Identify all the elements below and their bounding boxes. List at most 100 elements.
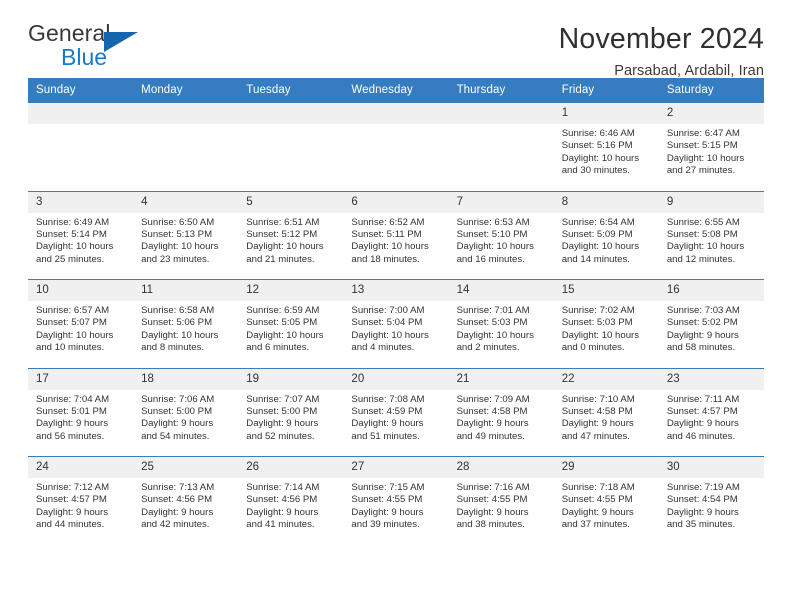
weekday-header-monday: Monday xyxy=(133,78,239,103)
day-number: 4 xyxy=(133,191,239,213)
sunset-text: Sunset: 5:03 PM xyxy=(456,317,528,329)
daylight-text: Daylight: 9 hours and 35 minutes. xyxy=(666,506,739,531)
sunset-text: Sunset: 5:05 PM xyxy=(246,317,318,329)
day-number: 1 xyxy=(553,103,659,124)
calendar-day-cell[interactable]: 23 Sunrise: 7:11 AM Sunset: 4:57 PM Dayligh… xyxy=(658,367,764,457)
calendar-day-cell[interactable]: 19 Sunrise: 7:07 AM Sunset: 5:00 PM Dayligh… xyxy=(238,367,344,457)
sunset-text: Sunset: 5:04 PM xyxy=(351,317,423,329)
calendar-day-cell[interactable]: 13 Sunrise: 7:00 AM Sunset: 5:04 PM Dayligh… xyxy=(343,279,449,368)
calendar-day-cell[interactable]: 26 Sunrise: 7:14 AM Sunset: 4:56 PM Dayligh… xyxy=(238,456,344,545)
calendar-day-cell[interactable]: 6 Sunrise: 6:52 AM Sunset: 5:11 PM Daylight… xyxy=(343,190,449,280)
calendar-day-cell[interactable]: 24 Sunrise: 7:12 AM Sunset: 4:57 PM Dayligh… xyxy=(28,456,134,545)
day-details: Sunrise: 7:15 AM Sunset: 4:55 PM Daylight:… xyxy=(343,478,448,532)
sunrise-text: Sunrise: 7:18 AM xyxy=(561,482,635,493)
daylight-text: Daylight: 10 hours and 16 minutes. xyxy=(456,241,534,265)
calendar-day-cell[interactable]: 27 Sunrise: 7:15 AM Sunset: 4:55 PM Dayligh… xyxy=(343,456,449,545)
day-details: Sunrise: 6:59 AM Sunset: 5:05 PM Daylight:… xyxy=(238,301,343,355)
day-number: 10 xyxy=(28,280,134,301)
calendar-day-cell[interactable]: 1 Sunrise: 6:46 AM Sunset: 5:16 PM Daylight… xyxy=(553,102,659,191)
sunset-text: Sunset: 4:56 PM xyxy=(141,494,213,506)
calendar-day-cell[interactable]: 25 Sunrise: 7:13 AM Sunset: 4:56 PM Dayligh… xyxy=(133,456,239,545)
calendar-day-cell[interactable]: 28 Sunrise: 7:16 AM Sunset: 4:55 PM Dayligh… xyxy=(448,456,554,545)
calendar-day-cell[interactable]: 11 Sunrise: 6:58 AM Sunset: 5:06 PM Dayligh… xyxy=(133,279,239,368)
day-details: Sunrise: 7:10 AM Sunset: 4:58 PM Daylight:… xyxy=(554,390,659,444)
day-number: 21 xyxy=(448,368,554,390)
sunrise-text: Sunrise: 7:12 AM xyxy=(36,482,110,493)
calendar-day-cell[interactable]: 14 Sunrise: 7:01 AM Sunset: 5:03 PM Dayligh… xyxy=(448,279,554,368)
day-details: Sunrise: 7:13 AM Sunset: 4:56 PM Daylight:… xyxy=(133,478,238,532)
day-number: 18 xyxy=(133,368,239,390)
calendar-week-row: 24 Sunrise: 7:12 AM Sunset: 4:57 PM Dayligh… xyxy=(28,456,764,545)
sunset-text: Sunset: 4:55 PM xyxy=(351,494,423,506)
calendar-day-cell[interactable]: 10 Sunrise: 6:57 AM Sunset: 5:07 PM Dayligh… xyxy=(28,279,134,368)
calendar-day-cell[interactable]: 30 Sunrise: 7:19 AM Sunset: 4:54 PM Dayligh… xyxy=(658,456,764,545)
sunrise-text: Sunrise: 7:16 AM xyxy=(456,482,530,493)
title-block: November 2024 Parsabad, Ardabil, Iran xyxy=(559,22,764,79)
daylight-text: Daylight: 10 hours and 18 minutes. xyxy=(351,241,429,265)
day-number: 29 xyxy=(553,457,659,478)
day-number: 25 xyxy=(133,457,239,478)
calendar-day-cell[interactable]: 7 Sunrise: 6:53 AM Sunset: 5:10 PM Daylight… xyxy=(448,190,554,280)
calendar-day-cell[interactable]: 8 Sunrise: 6:54 AM Sunset: 5:09 PM Daylight… xyxy=(553,190,659,280)
daylight-text: Daylight: 9 hours and 52 minutes. xyxy=(246,418,319,442)
calendar-day-cell[interactable]: 9 Sunrise: 6:55 AM Sunset: 5:08 PM Daylight… xyxy=(658,190,764,280)
sunset-text: Sunset: 4:58 PM xyxy=(561,405,633,417)
calendar-day-cell[interactable]: 18 Sunrise: 7:06 AM Sunset: 5:00 PM Dayligh… xyxy=(133,367,239,457)
sunrise-text: Sunrise: 7:11 AM xyxy=(666,393,740,405)
daylight-text: Daylight: 10 hours and 21 minutes. xyxy=(246,241,324,265)
calendar-day-cell[interactable]: 5 Sunrise: 6:51 AM Sunset: 5:12 PM Daylight… xyxy=(238,190,344,280)
sunrise-text: Sunrise: 6:49 AM xyxy=(36,216,110,228)
sunset-text: Sunset: 5:11 PM xyxy=(351,228,422,240)
weekday-header-friday: Friday xyxy=(553,78,659,103)
calendar-day-cell[interactable]: 15 Sunrise: 7:02 AM Sunset: 5:03 PM Dayligh… xyxy=(553,279,659,368)
day-details: Sunrise: 7:11 AM Sunset: 4:57 PM Daylight:… xyxy=(659,390,764,444)
day-details: Sunrise: 7:14 AM Sunset: 4:56 PM Daylight:… xyxy=(238,478,343,532)
sunset-text: Sunset: 4:57 PM xyxy=(36,494,107,506)
day-number: 23 xyxy=(658,368,764,390)
day-details: Sunrise: 6:47 AM Sunset: 5:15 PM Daylight:… xyxy=(659,124,764,178)
day-number: 8 xyxy=(553,191,659,213)
triangle-icon xyxy=(104,32,138,52)
day-number: 5 xyxy=(238,191,344,213)
day-number xyxy=(448,103,554,124)
sunrise-text: Sunrise: 7:06 AM xyxy=(141,393,215,405)
calendar-day-cell[interactable]: 20 Sunrise: 7:08 AM Sunset: 4:59 PM Dayligh… xyxy=(343,367,449,457)
sunset-text: Sunset: 5:02 PM xyxy=(666,317,738,329)
day-number: 30 xyxy=(658,457,764,478)
sunset-text: Sunset: 4:59 PM xyxy=(351,405,423,417)
calendar-day-cell[interactable]: 12 Sunrise: 6:59 AM Sunset: 5:05 PM Dayligh… xyxy=(238,279,344,368)
day-details: Sunrise: 6:54 AM Sunset: 5:09 PM Daylight:… xyxy=(554,213,659,267)
sunset-text: Sunset: 4:57 PM xyxy=(666,405,738,417)
daylight-text: Daylight: 9 hours and 56 minutes. xyxy=(36,418,108,442)
calendar-day-cell[interactable]: 2 Sunrise: 6:47 AM Sunset: 5:15 PM Daylight… xyxy=(658,102,764,191)
weekday-header-wednesday: Wednesday xyxy=(343,78,449,103)
daylight-text: Daylight: 9 hours and 54 minutes. xyxy=(141,418,214,442)
calendar-day-cell[interactable]: 21 Sunrise: 7:09 AM Sunset: 4:58 PM Dayligh… xyxy=(448,367,554,457)
sunset-text: Sunset: 4:54 PM xyxy=(666,494,738,506)
calendar-week-row: 10 Sunrise: 6:57 AM Sunset: 5:07 PM Dayligh… xyxy=(28,279,764,368)
daylight-text: Daylight: 9 hours and 39 minutes. xyxy=(351,506,424,531)
brand-logo[interactable]: General Blue xyxy=(28,22,148,74)
sunrise-text: Sunrise: 7:15 AM xyxy=(351,482,425,493)
calendar-day-cell[interactable]: 3 Sunrise: 6:49 AM Sunset: 5:14 PM Daylight… xyxy=(28,190,134,280)
day-number: 13 xyxy=(343,280,449,301)
day-number xyxy=(28,103,134,124)
day-number: 6 xyxy=(343,191,449,213)
calendar-day-cell[interactable]: 17 Sunrise: 7:04 AM Sunset: 5:01 PM Dayligh… xyxy=(28,367,134,457)
calendar-day-cell[interactable]: 29 Sunrise: 7:18 AM Sunset: 4:55 PM Dayligh… xyxy=(553,456,659,545)
calendar-day-cell[interactable]: 4 Sunrise: 6:50 AM Sunset: 5:13 PM Daylight… xyxy=(133,190,239,280)
weekday-header-saturday: Saturday xyxy=(658,78,764,103)
sunset-text: Sunset: 5:15 PM xyxy=(666,140,738,152)
day-details: Sunrise: 7:09 AM Sunset: 4:58 PM Daylight:… xyxy=(449,390,554,444)
sunrise-text: Sunrise: 7:00 AM xyxy=(351,305,425,316)
sunset-text: Sunset: 5:09 PM xyxy=(561,228,633,240)
calendar-day-cell[interactable]: 16 Sunrise: 7:03 AM Sunset: 5:02 PM Dayligh… xyxy=(658,279,764,368)
calendar-day-cell[interactable]: 22 Sunrise: 7:10 AM Sunset: 4:58 PM Dayligh… xyxy=(553,367,659,457)
daylight-text: Daylight: 9 hours and 58 minutes. xyxy=(666,329,739,354)
location-subtitle: Parsabad, Ardabil, Iran xyxy=(614,62,764,79)
daylight-text: Daylight: 9 hours and 51 minutes. xyxy=(351,418,424,442)
day-details: Sunrise: 6:46 AM Sunset: 5:16 PM Daylight:… xyxy=(554,124,659,178)
sunrise-text: Sunrise: 6:51 AM xyxy=(246,216,320,228)
calendar-table: Sunday Monday Tuesday Wednesday Thursday Frid… xyxy=(28,78,764,545)
daylight-text: Daylight: 10 hours and 27 minutes. xyxy=(666,152,745,177)
